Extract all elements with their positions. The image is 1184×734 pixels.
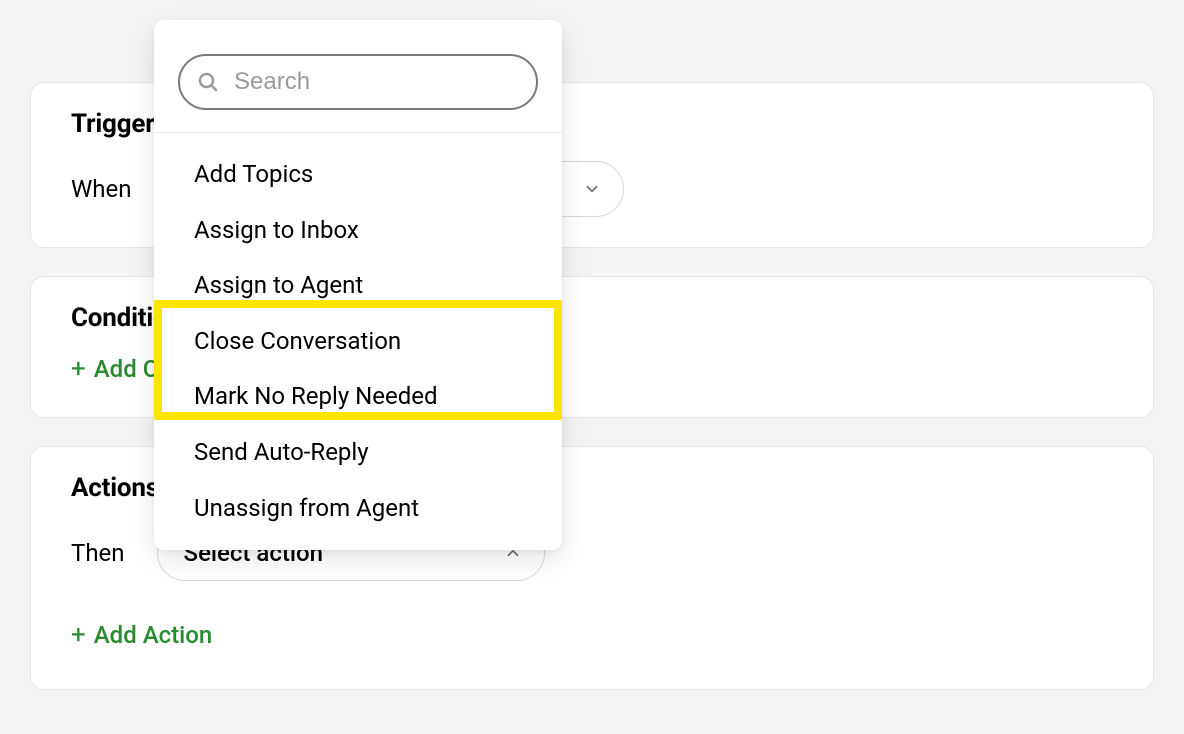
action-dropdown: Add Topics Assign to Inbox Assign to Age… — [154, 20, 562, 550]
option-assign-to-inbox[interactable]: Assign to Inbox — [154, 203, 562, 259]
plus-icon: + — [71, 356, 86, 382]
option-unassign-from-agent[interactable]: Unassign from Agent — [154, 481, 562, 537]
then-label: Then — [71, 539, 125, 567]
option-assign-to-agent[interactable]: Assign to Agent — [154, 258, 562, 314]
option-close-conversation[interactable]: Close Conversation — [154, 314, 562, 370]
dropdown-search-input[interactable] — [232, 67, 546, 97]
dropdown-search[interactable] — [178, 54, 538, 110]
plus-icon: + — [71, 622, 86, 648]
option-add-topics[interactable]: Add Topics — [154, 147, 562, 203]
add-action-label: Add Action — [94, 621, 212, 649]
dropdown-options: Add Topics Assign to Inbox Assign to Age… — [154, 133, 562, 536]
when-label: When — [71, 175, 132, 203]
add-action-button[interactable]: + Add Action — [71, 621, 1113, 649]
option-mark-no-reply-needed[interactable]: Mark No Reply Needed — [154, 369, 562, 425]
search-icon — [196, 69, 220, 95]
option-send-auto-reply[interactable]: Send Auto-Reply — [154, 425, 562, 481]
chevron-down-icon — [583, 180, 601, 198]
dropdown-search-wrap — [154, 20, 562, 133]
